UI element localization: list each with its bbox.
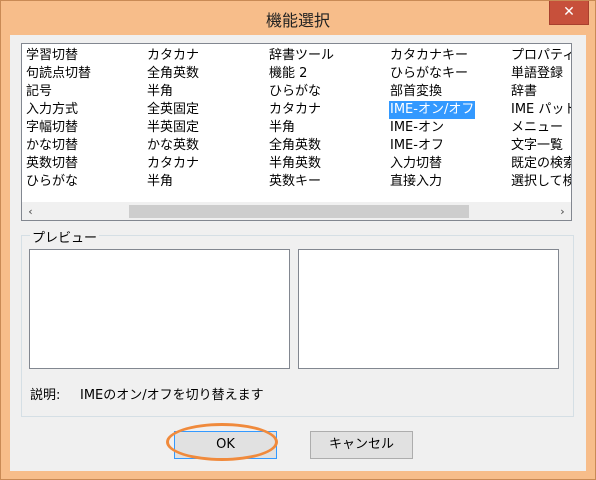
list-item[interactable]: 全英固定 <box>146 101 200 119</box>
close-icon: ✕ <box>563 4 575 20</box>
list-item[interactable]: IME-オン/オフ <box>389 101 476 119</box>
scrollbar-thumb[interactable] <box>129 205 469 218</box>
list-item[interactable]: IME-オン <box>389 119 475 137</box>
list-item[interactable]: 英数切替 <box>25 155 92 173</box>
title-bar[interactable]: 機能選択 ✕ <box>1 1 595 35</box>
preview-group: プレビュー 説明: IMEのオン/オフを切り替えます <box>21 227 574 417</box>
list-item[interactable]: 選択して検索 <box>510 173 571 191</box>
dialog-body: 学習切替 句読点切替 記号 入力方式 字幅切替 かな切替 英数切替 ひらがな カタカナ 全角英数半… <box>10 35 586 471</box>
preview-pane-left <box>29 249 290 369</box>
list-column: カタカナキー ひらがなキー 部首変換 IME-オン/オフ IME-オン IME-オフ 入力切… <box>389 47 476 191</box>
list-item[interactable]: 直接入力 <box>389 173 475 191</box>
list-item[interactable]: カタカナ <box>146 47 200 65</box>
list-item[interactable]: 全角英数 <box>146 65 200 83</box>
list-item[interactable]: 文字一覧 <box>510 137 571 155</box>
list-item[interactable]: カタカナキー <box>389 47 475 65</box>
list-item[interactable]: 部首変換 <box>389 83 475 101</box>
list-column: 学習切替 句読点切替 記号 入力方式 字幅切替 かな切替 英数切替 ひらがな <box>25 47 92 191</box>
function-list[interactable]: 学習切替 句読点切替 記号 入力方式 字幅切替 かな切替 英数切替 ひらがな カタカナ 全角英数半… <box>21 43 572 221</box>
preview-label: プレビュー <box>30 227 100 246</box>
dialog-title: 機能選択 <box>265 11 330 30</box>
list-item[interactable]: 単語登録 <box>510 65 571 83</box>
list-item[interactable]: 字幅切替 <box>25 119 92 137</box>
list-item[interactable]: 既定の検索 <box>510 155 571 173</box>
list-column: カタカナ 全角英数 半角 全英固定 半英固定 かな英数 カタカナ 半角 <box>146 47 200 191</box>
list-item[interactable]: ひらがな <box>25 173 92 191</box>
preview-pane-right <box>298 249 559 369</box>
list-item[interactable]: 半角 <box>146 83 200 101</box>
list-item[interactable]: 半角 <box>146 173 200 191</box>
list-item[interactable]: 半英固定 <box>146 119 200 137</box>
list-item[interactable]: 英数キー <box>268 173 335 191</box>
list-item[interactable]: 入力方式 <box>25 101 92 119</box>
list-item[interactable]: かな英数 <box>146 137 200 155</box>
list-item[interactable]: 辞書ツール <box>268 47 335 65</box>
description-label: 説明: <box>30 388 61 403</box>
list-item[interactable]: かな切替 <box>25 137 92 155</box>
list-item[interactable]: メニュー <box>510 119 571 137</box>
list-item[interactable]: 記号 <box>25 83 92 101</box>
close-button[interactable]: ✕ <box>549 1 589 25</box>
chevron-left-icon: ‹ <box>28 205 33 218</box>
list-item[interactable]: IME パッド <box>510 101 571 119</box>
ok-button[interactable]: OK <box>174 431 277 459</box>
list-item[interactable]: 句読点切替 <box>25 65 92 83</box>
list-item[interactable]: IME-オフ <box>389 137 475 155</box>
list-item[interactable]: カタカナ <box>146 155 200 173</box>
chevron-right-icon: › <box>560 205 565 218</box>
list-item[interactable]: 半角英数 <box>268 155 335 173</box>
list-item[interactable]: ひらがなキー <box>389 65 475 83</box>
description-text: IMEのオン/オフを切り替えます <box>80 388 264 403</box>
list-item[interactable]: プロパティ <box>510 47 571 65</box>
list-item[interactable]: 入力切替 <box>389 155 475 173</box>
list-column: プロパティ単語登録辞書IME パッドメニュー文字一覧既定の検索選択して検索 <box>510 47 571 191</box>
cancel-button[interactable]: キャンセル <box>310 431 413 459</box>
horizontal-scrollbar[interactable]: ‹ › <box>22 202 571 220</box>
list-item[interactable]: カタカナ <box>268 101 335 119</box>
list-item[interactable]: 辞書 <box>510 83 571 101</box>
list-item[interactable]: 機能 2 <box>268 65 335 83</box>
list-item[interactable]: ひらがな <box>268 83 335 101</box>
list-item[interactable]: 半角 <box>268 119 335 137</box>
dialog-window: 機能選択 ✕ 学習切替 句読点切替 記号 入力方式 字幅切替 かな切替 英数切替 ひらがな カタ… <box>0 0 596 480</box>
list-item[interactable]: 全角英数 <box>268 137 335 155</box>
scroll-right-button[interactable]: › <box>554 203 571 220</box>
scroll-left-button[interactable]: ‹ <box>22 203 39 220</box>
list-item[interactable]: 学習切替 <box>25 47 92 65</box>
list-column: 辞書ツール 機能 2 ひらがな カタカナ 半角 全角英数 半角英数 英数キー <box>268 47 335 191</box>
